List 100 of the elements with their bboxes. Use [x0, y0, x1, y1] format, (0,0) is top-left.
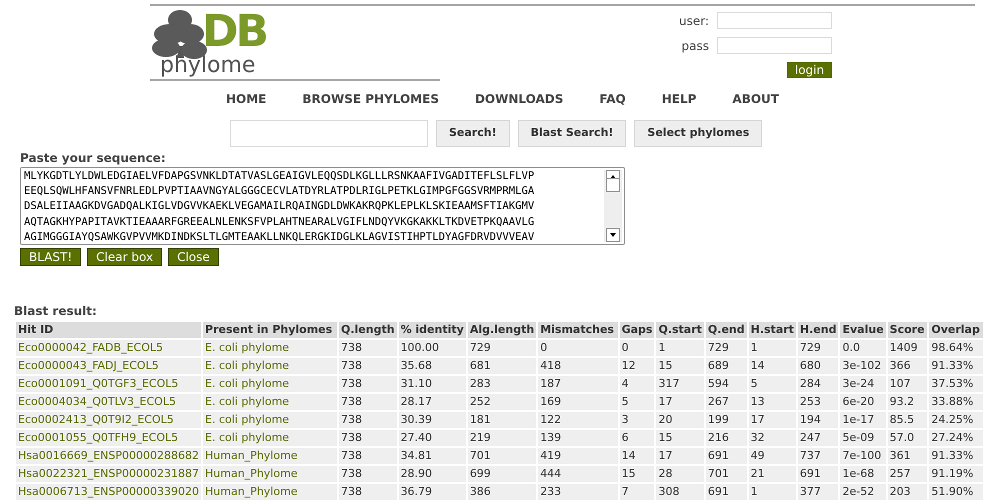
- table-cell: 1e-68: [840, 466, 886, 482]
- search-button[interactable]: Search!: [436, 120, 510, 147]
- table-link[interactable]: Hsa0022321_ENSP00000231887: [16, 466, 202, 482]
- table-link[interactable]: Eco0001091_Q0TGF3_ECOL5: [16, 376, 202, 392]
- table-cell: 738: [339, 466, 397, 482]
- table-cell: 4: [620, 376, 654, 392]
- table-cell: 37.53%: [929, 376, 983, 392]
- table-cell: 681: [468, 358, 536, 374]
- column-header: Gaps: [620, 322, 654, 338]
- table-cell: 0.0: [840, 340, 886, 356]
- table-cell: 21: [748, 466, 796, 482]
- search-button[interactable]: Blast Search!: [518, 120, 626, 147]
- nav-link[interactable]: ABOUT: [732, 90, 779, 108]
- table-cell: 91.19%: [929, 466, 983, 482]
- table-cell: 689: [706, 358, 747, 374]
- table-cell: 729: [706, 340, 747, 356]
- table-link[interactable]: E. coli phylome: [203, 412, 337, 428]
- nav-link[interactable]: HOME: [226, 90, 266, 108]
- table-cell: 308: [656, 484, 704, 500]
- table-cell: 283: [468, 376, 536, 392]
- table-link[interactable]: E. coli phylome: [203, 394, 337, 410]
- table-cell: 14: [620, 448, 654, 464]
- table-link[interactable]: Hsa0006713_ENSP00000339020: [16, 484, 202, 500]
- table-cell: 284: [798, 376, 838, 392]
- sequence-label: Paste your sequence:: [20, 150, 167, 167]
- table-link[interactable]: Human_Phylome: [203, 484, 337, 500]
- table-cell: 594: [706, 376, 747, 392]
- pass-field[interactable]: [717, 37, 832, 54]
- table-cell: 181: [468, 412, 536, 428]
- table-cell: 27.24%: [929, 430, 983, 446]
- table-cell: 737: [798, 448, 838, 464]
- user-field[interactable]: [717, 12, 832, 30]
- nav-link[interactable]: FAQ: [599, 90, 626, 108]
- column-header: Q.end: [706, 322, 747, 338]
- table-cell: 267: [706, 394, 747, 410]
- table-cell: 93.2: [888, 394, 928, 410]
- table-cell: 444: [538, 466, 618, 482]
- column-header: H.end: [798, 322, 838, 338]
- table-cell: 366: [888, 358, 928, 374]
- table-cell: 6e-20: [840, 394, 886, 410]
- table-cell: 169: [538, 394, 618, 410]
- login-button[interactable]: login: [787, 62, 832, 78]
- table-cell: 24.25%: [929, 412, 983, 428]
- table-cell: 107: [888, 376, 928, 392]
- table-cell: 33.88%: [929, 394, 983, 410]
- table-cell: 12: [620, 358, 654, 374]
- table-link[interactable]: E. coli phylome: [203, 376, 337, 392]
- table-link[interactable]: Eco0000043_FADJ_ECOL5: [16, 358, 202, 374]
- search-field[interactable]: [230, 120, 428, 147]
- table-cell: 2e-52: [840, 484, 886, 500]
- table-cell: 187: [538, 376, 618, 392]
- table-cell: 361: [888, 448, 928, 464]
- nav-link[interactable]: BROWSE PHYLOMES: [302, 90, 439, 108]
- table-cell: 20: [656, 412, 704, 428]
- sequence-button[interactable]: BLAST!: [20, 248, 82, 266]
- table-link[interactable]: Eco0000042_FADB_ECOL5: [16, 340, 202, 356]
- table-cell: 28: [656, 466, 704, 482]
- table-cell: 216: [706, 430, 747, 446]
- table-cell: 701: [468, 448, 536, 464]
- table-cell: 122: [538, 412, 618, 428]
- sequence-button[interactable]: Clear box: [87, 248, 162, 266]
- table-cell: 699: [468, 466, 536, 482]
- sequence-button[interactable]: Close: [168, 248, 219, 266]
- nav-link[interactable]: HELP: [662, 90, 696, 108]
- table-cell: 701: [706, 466, 747, 482]
- table-cell: 34.81: [398, 448, 466, 464]
- table-link[interactable]: E. coli phylome: [203, 358, 337, 374]
- sequence-field[interactable]: MLYKGDTLYLDWLEDGIAELVFDAPGSVNKLDTATVASLGEAIGVLEQQSDLKGLLLRSNKAAFIVGADITEFLSLFLVP EEQLSQWLHFANSVFNRLEDLPVPTIAAVNGYALGGGCECVLATDYRLATPDLRIGLPETKLGIMPGFGGSVRMPRMLGA DSALEIIAAGKDVGADQALKIGLVDGVVKAEKLVEGAMAILRQAINGDLDWKAKRQPKLEPLKLSKIEAAMSFTIAKGMV AQTAGKHYPAPITAVKTIEAAARFGREEALNLENKSFVPLAHTNEARALVGIFLNDQYVKGKAKKLTKDVETPKQAAVLG AGIMGGGIAYQSAWKGVPVVMKDINDKSLTLGMTEAAKLLNKQLERGKIDGLKLAGVISTIHPTLDYAGFDRVDVVVEAV: [20, 167, 625, 245]
- nav-link[interactable]: DOWNLOADS: [474, 90, 564, 108]
- table-cell: 738: [339, 394, 397, 410]
- table-cell: 233: [538, 484, 618, 500]
- table-cell: 1409: [888, 340, 928, 356]
- table-cell: 738: [339, 358, 397, 374]
- table-link[interactable]: Human_Phylome: [203, 448, 337, 464]
- table-cell: 31.10: [398, 376, 466, 392]
- table-link[interactable]: E. coli phylome: [203, 340, 337, 356]
- table-cell: 3e-24: [840, 376, 886, 392]
- table-cell: 729: [798, 340, 838, 356]
- table-link[interactable]: Eco0001055_Q0TFH9_ECOL5: [16, 430, 202, 446]
- table-cell: 49: [748, 448, 796, 464]
- table-link[interactable]: E. coli phylome: [203, 430, 337, 446]
- table-cell: 0: [620, 340, 654, 356]
- table-link[interactable]: Human_Phylome: [203, 466, 337, 482]
- table-cell: 6: [620, 430, 654, 446]
- search-button[interactable]: Select phylomes: [634, 120, 762, 147]
- table-cell: 738: [339, 430, 397, 446]
- table-cell: 15: [620, 466, 654, 482]
- table-cell: 91.33%: [929, 448, 983, 464]
- table-cell: 1e-17: [840, 412, 886, 428]
- table-link[interactable]: Hsa0016669_ENSP00000288682: [16, 448, 202, 464]
- table-cell: 1: [656, 340, 704, 356]
- column-header: H.start: [748, 322, 796, 338]
- column-header: Score: [888, 322, 928, 338]
- table-cell: 7e-100: [840, 448, 886, 464]
- table-cell: 3e-102: [840, 358, 886, 374]
- table-cell: 36.79: [398, 484, 466, 500]
- table-link[interactable]: Eco0002413_Q0T9I2_ECOL5: [16, 412, 202, 428]
- table-link[interactable]: Eco0004034_Q0TLV3_ECOL5: [16, 394, 202, 410]
- table-cell: 386: [468, 484, 536, 500]
- column-header: % identity: [398, 322, 466, 338]
